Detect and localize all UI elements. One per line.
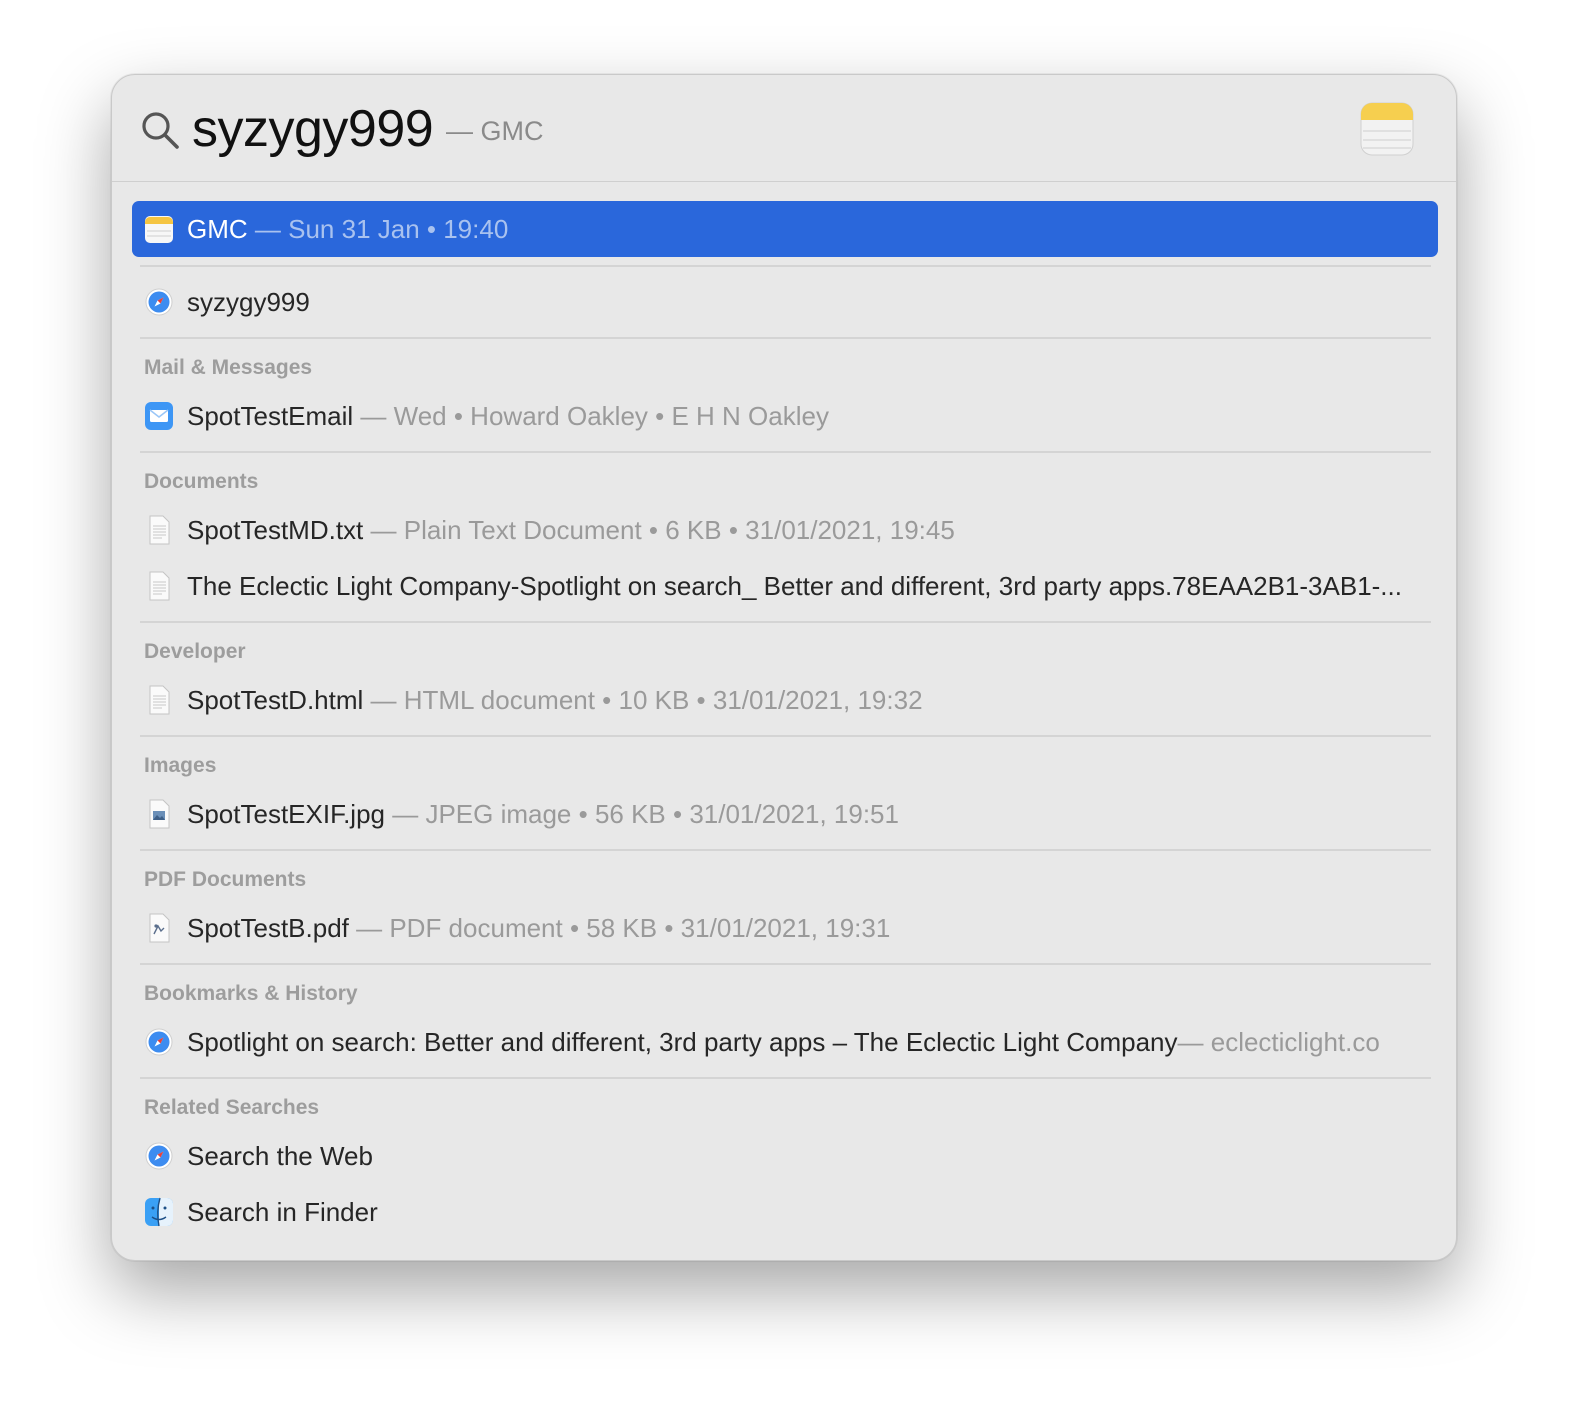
- result-row-pdf[interactable]: SpotTestB.pdf — PDF document • 58 KB • 3…: [132, 900, 1438, 956]
- divider: [140, 849, 1431, 851]
- html-document-icon: [149, 685, 170, 715]
- divider: [140, 265, 1431, 267]
- web-suggestion-row[interactable]: syzygy999: [132, 274, 1438, 330]
- result-row-developer[interactable]: SpotTestD.html — HTML document • 10 KB •…: [132, 672, 1438, 728]
- result-title: SpotTestEmail: [187, 401, 354, 431]
- result-meta: — HTML document • 10 KB • 31/01/2021, 19…: [363, 685, 923, 715]
- result-row-bookmark[interactable]: Spotlight on search: Better and differen…: [132, 1014, 1438, 1070]
- divider: [140, 337, 1431, 339]
- finder-icon: [145, 1197, 173, 1227]
- divider: [140, 963, 1431, 965]
- section-header-pdf: PDF Documents: [144, 868, 307, 891]
- search-finder-row[interactable]: Search in Finder: [132, 1184, 1438, 1240]
- safari-icon: [145, 1028, 173, 1056]
- section-header-images: Images: [144, 754, 217, 777]
- result-meta: — JPEG image • 56 KB • 31/01/2021, 19:51: [385, 799, 899, 829]
- safari-icon: [145, 1142, 173, 1170]
- result-row-document[interactable]: SpotTestMD.txt — Plain Text Document • 6…: [132, 502, 1438, 558]
- result-meta: — PDF document • 58 KB • 31/01/2021, 19:…: [348, 913, 891, 943]
- top-hit-row[interactable]: GMC — Sun 31 Jan • 19:40: [132, 201, 1438, 257]
- safari-icon: [145, 288, 173, 316]
- jpeg-image-icon: [149, 799, 170, 829]
- search-query-suffix: — GMC: [446, 116, 544, 146]
- text-document-icon: [149, 515, 170, 545]
- result-row-document[interactable]: The Eclectic Light Company-Spotlight on …: [132, 558, 1438, 614]
- result-title: SpotTestEXIF.jpg: [187, 799, 385, 829]
- divider: [140, 1077, 1431, 1079]
- result-meta: — Plain Text Document • 6 KB • 31/01/202…: [363, 515, 955, 545]
- result-title: The Eclectic Light Company-Spotlight on …: [187, 571, 1402, 601]
- divider: [140, 735, 1431, 737]
- section-header-developer: Developer: [144, 640, 246, 663]
- section-header-documents: Documents: [144, 470, 259, 493]
- result-title: SpotTestMD.txt: [187, 515, 364, 545]
- result-meta: — eclecticlight.co: [1177, 1027, 1380, 1057]
- notes-icon: [145, 216, 173, 243]
- result-meta: — Wed • Howard Oakley • E H N Oakley: [353, 401, 829, 431]
- mail-icon: [145, 402, 173, 430]
- top-hit-title: GMC: [187, 214, 248, 244]
- result-row-image[interactable]: SpotTestEXIF.jpg — JPEG image • 56 KB • …: [132, 786, 1438, 842]
- web-suggestion-title: syzygy999: [187, 287, 310, 317]
- notes-app-icon: [1360, 102, 1414, 156]
- section-header-mail: Mail & Messages: [144, 356, 313, 379]
- section-header-related: Related Searches: [144, 1096, 320, 1119]
- result-row-mail[interactable]: SpotTestEmail — Wed • Howard Oakley • E …: [132, 388, 1438, 444]
- result-title: SpotTestD.html: [187, 685, 364, 715]
- pdf-document-icon: [149, 913, 170, 943]
- spotlight-window: syzygy999 — GMC GMC — Sun 31 Jan • 19:40…: [111, 74, 1457, 1261]
- search-web-row[interactable]: Search the Web: [132, 1128, 1438, 1184]
- search-query[interactable]: syzygy999: [192, 97, 434, 161]
- top-hit-meta: — Sun 31 Jan • 19:40: [247, 214, 509, 244]
- search-icon: [142, 112, 179, 149]
- search-web-label: Search the Web: [187, 1141, 373, 1171]
- search-bar[interactable]: syzygy999 — GMC: [112, 75, 1456, 182]
- result-title: Spotlight on search: Better and differen…: [187, 1027, 1178, 1057]
- result-title: SpotTestB.pdf: [187, 913, 349, 943]
- divider: [140, 621, 1431, 623]
- section-header-bookmarks: Bookmarks & History: [144, 982, 358, 1005]
- divider: [140, 451, 1431, 453]
- text-document-icon: [149, 571, 170, 601]
- search-finder-label: Search in Finder: [187, 1197, 378, 1227]
